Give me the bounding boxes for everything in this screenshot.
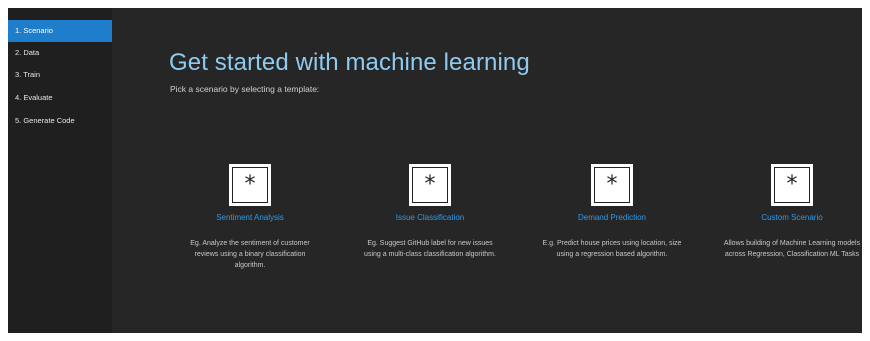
- scenario-card-sentiment-analysis: * Sentiment Analysis Eg. Analyze the sen…: [180, 164, 320, 271]
- asterisk-icon: *: [774, 167, 810, 203]
- scenario-template-tile[interactable]: *: [591, 164, 633, 206]
- scenario-title-link[interactable]: Issue Classification: [360, 213, 500, 222]
- asterisk-icon: *: [594, 167, 630, 203]
- scenario-description: Eg. Analyze the sentiment of customer re…: [190, 240, 310, 269]
- model-builder-window: 1. Scenario 2. Data 3. Train 4. Evaluate…: [8, 8, 862, 333]
- scenario-title-link[interactable]: Sentiment Analysis: [180, 213, 320, 222]
- scenario-card-custom-scenario: * Custom Scenario Allows building of Mac…: [722, 164, 862, 260]
- asterisk-icon: *: [412, 167, 448, 203]
- scenario-description: E.g. Predict house prices using location…: [542, 240, 682, 258]
- scenario-card-demand-prediction: * Demand Prediction E.g. Predict house p…: [542, 164, 682, 260]
- sidebar-step-train[interactable]: 3. Train: [8, 64, 112, 86]
- asterisk-icon: *: [232, 167, 268, 203]
- scenario-description: Allows building of Machine Learning mode…: [723, 240, 861, 258]
- page-subtitle: Pick a scenario by selecting a template:: [170, 84, 320, 94]
- scenario-title-link[interactable]: Demand Prediction: [542, 213, 682, 222]
- scenario-template-tile[interactable]: *: [229, 164, 271, 206]
- sidebar-step-data[interactable]: 2. Data: [8, 42, 112, 64]
- page-title: Get started with machine learning: [169, 49, 530, 76]
- scenario-description: Eg. Suggest GitHub label for new issues …: [364, 240, 496, 258]
- scenario-card-issue-classification: * Issue Classification Eg. Suggest GitHu…: [360, 164, 500, 260]
- sidebar-step-generate-code[interactable]: 5. Generate Code: [8, 110, 112, 132]
- scenario-template-tile[interactable]: *: [409, 164, 451, 206]
- sidebar-step-scenario[interactable]: 1. Scenario: [8, 20, 112, 42]
- scenario-template-tile[interactable]: *: [771, 164, 813, 206]
- scenario-title-link[interactable]: Custom Scenario: [722, 213, 862, 222]
- sidebar-step-evaluate[interactable]: 4. Evaluate: [8, 87, 112, 109]
- steps-sidebar: 1. Scenario 2. Data 3. Train 4. Evaluate…: [8, 8, 112, 333]
